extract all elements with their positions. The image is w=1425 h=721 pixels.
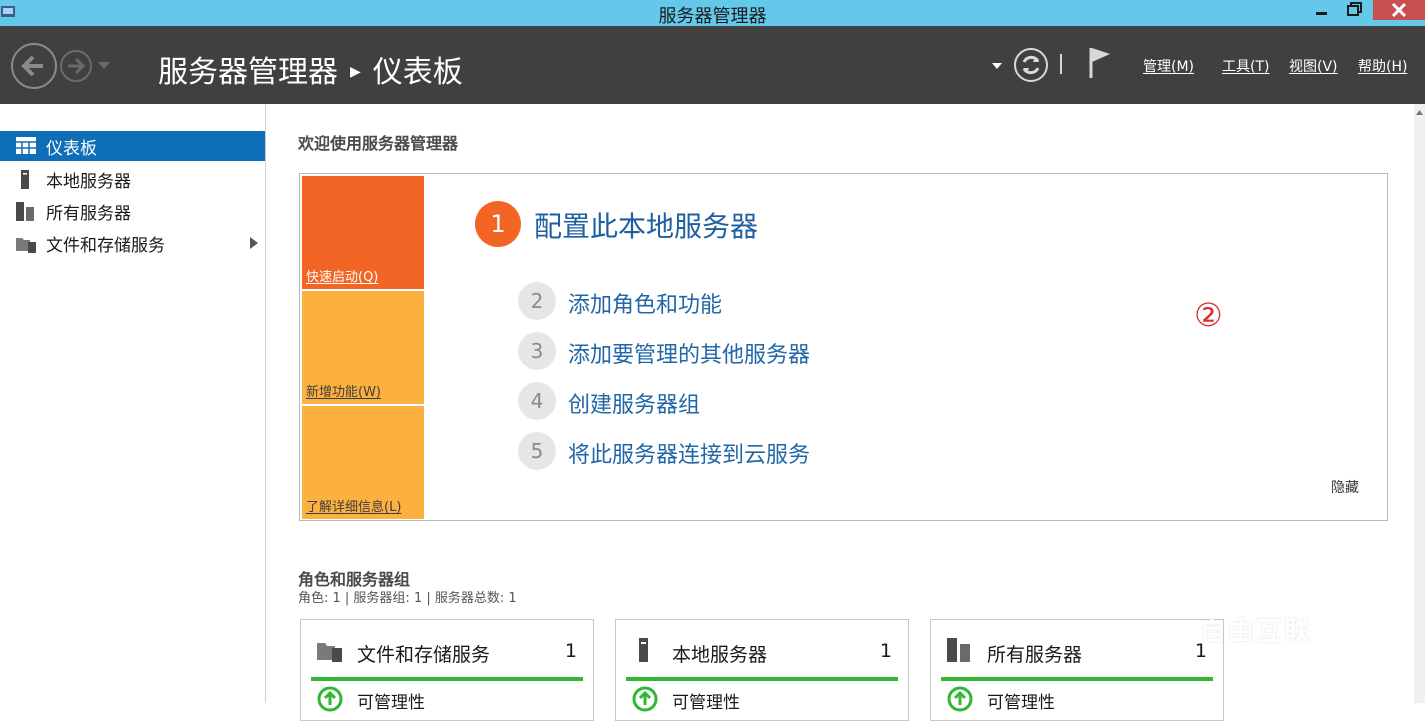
servers-icon (947, 638, 970, 662)
maximize-button[interactable] (1337, 0, 1373, 20)
sidebar-item-all-servers[interactable]: 所有服务器 (0, 196, 265, 226)
scroll-up-icon[interactable] (1414, 105, 1425, 119)
card-title: 本地服务器 (672, 644, 768, 666)
back-arrow-icon (21, 55, 43, 77)
history-dropdown-icon[interactable] (97, 61, 111, 71)
minimize-icon (1316, 12, 1327, 15)
vertical-scrollbar[interactable] (1414, 104, 1425, 703)
tile-label: 快速启动(Q) (306, 270, 379, 285)
step-add-other-servers[interactable]: 添加要管理的其他服务器 (568, 337, 810, 369)
card-status-label[interactable]: 可管理性 (987, 688, 1055, 713)
step-configure-local-server[interactable]: 配置此本地服务器 (534, 205, 758, 245)
tile-learn-more[interactable]: 了解详细信息(L) (302, 406, 424, 519)
sidebar-item-label: 文件和存储服务 (46, 236, 165, 256)
hide-link[interactable]: 隐藏 (1331, 477, 1359, 497)
sidebar-item-label: 所有服务器 (46, 204, 131, 224)
watermark: 自由互联 (1200, 617, 1313, 647)
folder-server-icon (317, 643, 342, 662)
forward-arrow-icon (68, 57, 86, 75)
breadcrumb-current: 仪表板 (372, 55, 463, 90)
tile-quick-start[interactable]: 快速启动(Q) (302, 176, 424, 289)
forward-button[interactable] (60, 50, 92, 82)
quick-start-panel (299, 173, 1388, 521)
role-card-local-server[interactable]: 本地服务器 1 可管理性 (615, 619, 909, 721)
title-bar: 服务器管理器 (0, 0, 1425, 27)
close-icon (1391, 2, 1407, 18)
back-button[interactable] (11, 43, 57, 89)
menu-view[interactable]: 视图(V) (1289, 56, 1338, 76)
welcome-title: 欢迎使用服务器管理器 (298, 134, 459, 153)
card-status-label[interactable]: 可管理性 (357, 688, 425, 713)
status-ok-icon (632, 686, 658, 712)
card-title: 所有服务器 (987, 644, 1083, 666)
breadcrumb-separator-icon: ▶ (350, 64, 361, 80)
status-bar (626, 677, 898, 681)
restore-icon (1347, 2, 1362, 16)
menu-tools[interactable]: 工具(T) (1222, 56, 1269, 76)
role-card-file-storage[interactable]: 文件和存储服务 1 可管理性 (300, 619, 594, 721)
sidebar-item-dashboard[interactable]: 仪表板 (0, 131, 265, 161)
close-button[interactable] (1373, 0, 1425, 20)
card-count: 1 (564, 640, 577, 662)
step-number: 5 (518, 432, 556, 470)
notifications-flag-icon[interactable] (1088, 46, 1112, 80)
tile-label: 了解详细信息(L) (306, 500, 402, 515)
refresh-button[interactable] (1014, 48, 1048, 82)
folder-server-icon (16, 238, 36, 253)
dashboard-icon (16, 137, 36, 154)
server-icon (21, 170, 29, 189)
step-number: 4 (518, 382, 556, 420)
step-create-server-group[interactable]: 创建服务器组 (568, 387, 700, 419)
header-divider (1060, 54, 1062, 74)
dropdown-icon[interactable] (991, 62, 1003, 70)
step-connect-cloud[interactable]: 将此服务器连接到云服务 (568, 437, 810, 469)
card-title: 文件和存储服务 (357, 644, 491, 666)
step-add-roles-features[interactable]: 添加角色和功能 (568, 287, 722, 319)
tile-label: 新增功能(W) (306, 385, 381, 400)
card-status-label[interactable]: 可管理性 (672, 688, 740, 713)
role-card-all-servers[interactable]: 所有服务器 1 可管理性 (930, 619, 1224, 721)
roles-summary: 角色: 1 | 服务器组: 1 | 服务器总数: 1 (298, 591, 517, 606)
card-count: 1 (879, 640, 892, 662)
sidebar-item-label: 本地服务器 (46, 172, 131, 192)
servers-icon (16, 202, 34, 221)
breadcrumb-root[interactable]: 服务器管理器 (158, 55, 338, 90)
sidebar-item-label: 仪表板 (46, 139, 97, 159)
step-number: 3 (518, 332, 556, 370)
menu-manage[interactable]: 管理(M) (1143, 56, 1194, 76)
status-ok-icon (947, 686, 973, 712)
step-number: 2 (518, 282, 556, 320)
status-bar (941, 677, 1213, 681)
refresh-icon (1022, 55, 1040, 75)
tile-whats-new[interactable]: 新增功能(W) (302, 291, 424, 404)
step-number: 1 (475, 201, 521, 247)
window-title: 服务器管理器 (658, 6, 767, 27)
sidebar-item-local-server[interactable]: 本地服务器 (0, 164, 265, 194)
server-icon (639, 638, 648, 662)
menu-help[interactable]: 帮助(H) (1358, 56, 1407, 76)
breadcrumb: 服务器管理器 ▶ 仪表板 (158, 47, 463, 91)
status-ok-icon (317, 686, 343, 712)
expand-arrow-icon[interactable] (249, 236, 259, 250)
header-bar: 服务器管理器 ▶ 仪表板 管理(M) 工具(T) 视图(V) 帮助(H) (0, 26, 1425, 104)
sidebar-item-file-storage[interactable]: 文件和存储服务 (0, 228, 265, 258)
annotation-mark: ② (1194, 296, 1223, 334)
status-bar (311, 677, 583, 681)
